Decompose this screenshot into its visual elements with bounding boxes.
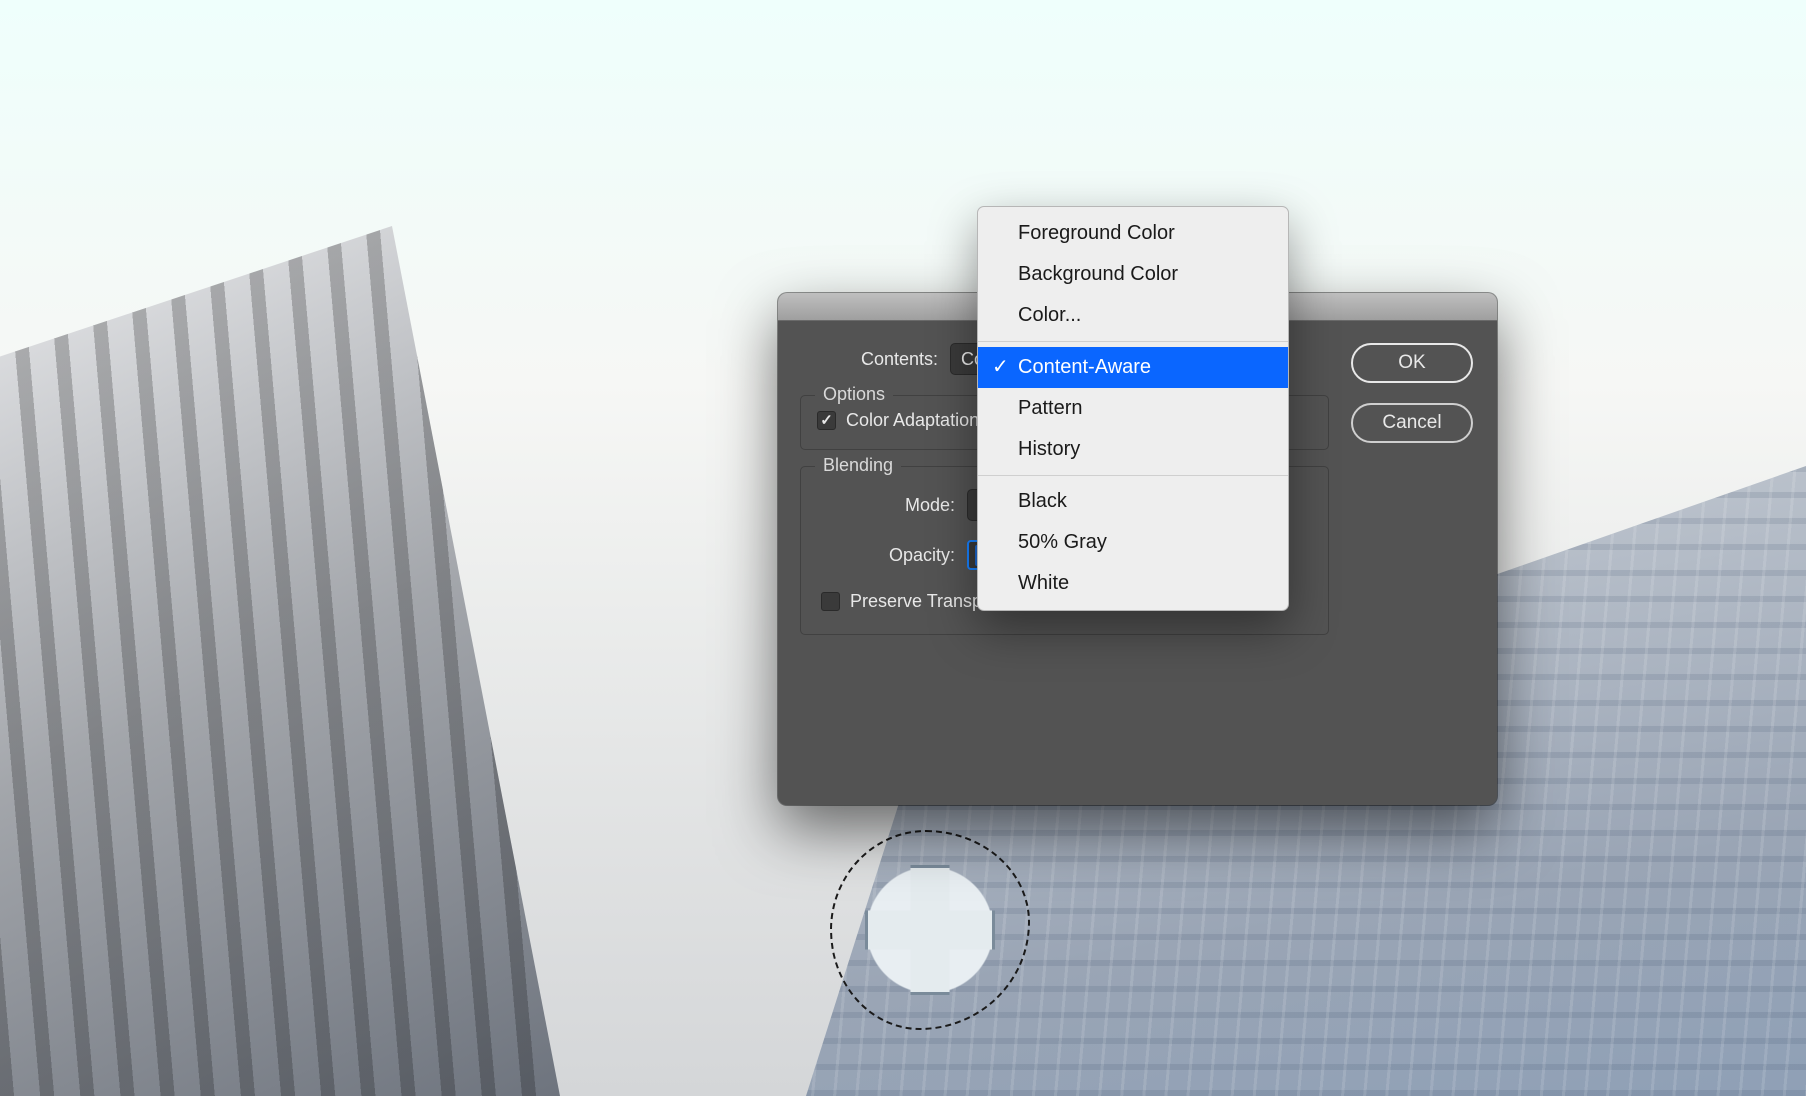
color-adaptation-checkbox[interactable] — [817, 411, 836, 430]
blending-label: Blending — [815, 455, 901, 476]
contents-label: Contents: — [800, 349, 938, 370]
menu-separator — [978, 341, 1288, 342]
menu-separator — [978, 475, 1288, 476]
mode-label: Mode: — [817, 495, 955, 516]
menu-item-background-color[interactable]: Background Color — [978, 254, 1288, 295]
menu-item-black[interactable]: Black — [978, 481, 1288, 522]
menu-item-50-gray[interactable]: 50% Gray — [978, 522, 1288, 563]
cancel-button[interactable]: Cancel — [1351, 403, 1473, 443]
preserve-transparency-checkbox[interactable] — [821, 592, 840, 611]
options-label: Options — [815, 384, 893, 405]
menu-item-white[interactable]: White — [978, 563, 1288, 604]
menu-item-history[interactable]: History — [978, 429, 1288, 470]
background-building-left — [0, 226, 560, 1096]
contents-dropdown-menu: Foreground Color Background Color Color.… — [977, 206, 1289, 611]
menu-item-color[interactable]: Color... — [978, 295, 1288, 336]
ok-button[interactable]: OK — [1351, 343, 1473, 383]
menu-item-foreground-color[interactable]: Foreground Color — [978, 213, 1288, 254]
menu-item-content-aware[interactable]: Content-Aware — [978, 347, 1288, 388]
color-adaptation-label: Color Adaptation — [846, 410, 979, 431]
opacity-label: Opacity: — [817, 545, 955, 566]
menu-item-pattern[interactable]: Pattern — [978, 388, 1288, 429]
